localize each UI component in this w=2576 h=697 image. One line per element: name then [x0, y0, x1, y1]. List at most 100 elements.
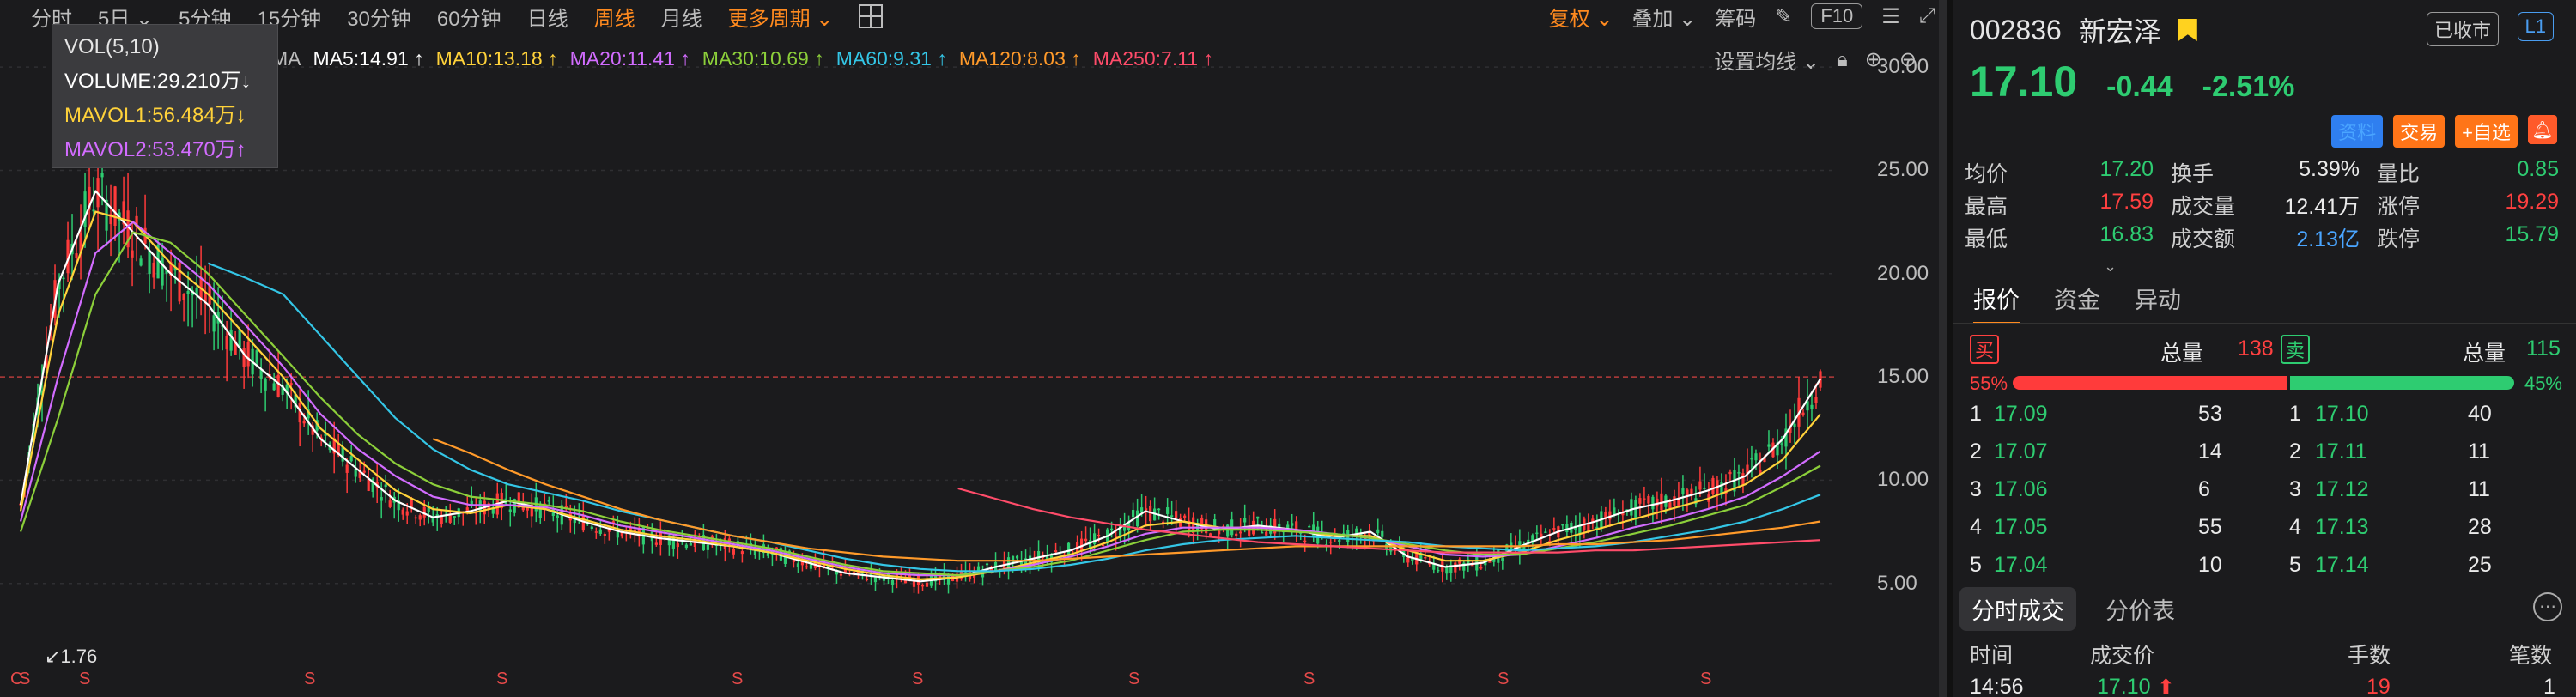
candle-body: [1170, 515, 1174, 518]
candle-body: [1235, 533, 1238, 536]
candle-body: [1552, 527, 1556, 530]
ask-volume: 28: [2468, 515, 2492, 539]
candle-body: [1767, 444, 1771, 447]
candle-body: [547, 500, 550, 502]
candle-body: [1698, 481, 1702, 490]
tab-0[interactable]: 报价: [1973, 282, 2020, 324]
stat-cell: 涨停 19.29: [2377, 190, 2566, 221]
period-tab-4[interactable]: 30分钟: [347, 2, 411, 32]
ask-volume: 25: [2468, 553, 2492, 577]
add-watchlist-button[interactable]: +自选: [2455, 115, 2518, 148]
stat-cell: 最高 17.59: [1965, 190, 2171, 221]
ma-line-ma10: [19, 210, 1821, 580]
fuquan-button[interactable]: 复权 ⌄: [1549, 2, 1613, 32]
tab-1[interactable]: 资金: [2054, 282, 2100, 324]
bid-level: 4: [1970, 515, 1982, 539]
bid-volume: 14: [2198, 439, 2222, 464]
candle-body: [362, 470, 366, 473]
candle-body: [100, 173, 104, 178]
candle-body: [925, 582, 929, 587]
candle-body: [684, 544, 688, 549]
stats-grid: 均价 17.20 换手 5.39% 量比 0.85 最高 17.59 成交量 12.41万 涨停 19…: [1965, 156, 2566, 254]
candle-body: [590, 526, 593, 530]
candle-body: [1741, 473, 1745, 485]
stat-value: 12.41万: [2284, 195, 2360, 219]
candle-body: [264, 379, 267, 391]
period-tab-7[interactable]: 周线: [594, 2, 635, 32]
period-tab-6[interactable]: 日线: [527, 2, 568, 32]
stat-cell: 成交量 12.41万: [2171, 190, 2377, 221]
stat-label: 换手: [2171, 162, 2215, 186]
candle-body: [603, 534, 606, 536]
candle-body: [654, 542, 658, 545]
ask-volume: 40: [2468, 402, 2492, 426]
layout-grid-icon[interactable]: [859, 4, 884, 28]
ask-price: 17.14: [2315, 553, 2369, 577]
candle-body: [865, 579, 869, 581]
stat-label: 涨停: [2377, 195, 2421, 219]
candle-body: [598, 529, 602, 534]
candle-body: [1329, 541, 1333, 543]
alert-bell-icon[interactable]: 🔔︎: [2528, 115, 2557, 144]
candle-body: [246, 342, 250, 367]
bookmark-icon[interactable]: [2178, 19, 2197, 41]
candle-body: [1261, 531, 1264, 534]
bid-volume: 55: [2198, 515, 2222, 539]
chart-scrollbar[interactable]: [1939, 0, 1947, 697]
period-tab-5[interactable]: 60分钟: [437, 2, 501, 32]
stats-row: 最高 17.59 成交量 12.41万 涨停 19.29: [1965, 189, 2566, 221]
ask-level: 5: [2289, 553, 2301, 577]
signal-marker: S: [79, 670, 91, 688]
kline-chart-area[interactable]: 分时 5日 ⌄ 5分钟 15分钟 30分钟 60分钟 日线 周线 月线 更多周期 ⌄ 复权 ⌄ 叠…: [0, 0, 1942, 697]
trade-button[interactable]: 交易: [2393, 115, 2445, 148]
buy-total-label: 总量: [2160, 342, 2204, 366]
tab-2[interactable]: 异动: [2135, 282, 2181, 324]
candle-body: [272, 383, 276, 391]
y-tick-label: 20.00: [1877, 261, 1929, 285]
stat-label: 最低: [1965, 227, 2008, 252]
stat-cell: 量比 0.85: [2377, 157, 2566, 188]
more-periods-button[interactable]: 更多周期 ⌄: [728, 2, 834, 32]
candle-body: [1136, 510, 1139, 527]
overlay-button[interactable]: 叠加 ⌄: [1631, 2, 1696, 32]
draw-pen-icon[interactable]: ✎: [1775, 4, 1792, 29]
order-book: 1 17.09 53 1 17.10 40 2 17.07 14 2 17.11 11 3 17.06 6 3…: [1970, 395, 2562, 584]
candle-body: [1054, 550, 1058, 553]
profile-button[interactable]: 资料: [2331, 115, 2384, 148]
quote-panel: 002836 新宏泽 已收市 L1 17.10 -0.44 -2.51% 资料 …: [1953, 0, 2576, 697]
more-options-icon[interactable]: ⋯: [2533, 592, 2562, 621]
candle-body: [349, 456, 353, 462]
period-tab-8[interactable]: 月线: [661, 2, 702, 32]
candle-body: [1376, 529, 1380, 534]
bid-volume: 10: [2198, 553, 2222, 577]
ma-line-ma120: [432, 438, 1821, 562]
expand-chevron-icon[interactable]: ⌄: [2104, 258, 2117, 276]
candle-body: [1647, 495, 1650, 504]
stat-value: 15.79: [2505, 222, 2559, 246]
low-arrow-icon: ↙: [45, 645, 61, 667]
candle-body: [229, 329, 233, 351]
volume-tooltip: VOL(5,10) VOLUME:29.210万↓ MAVOL1:56.484万…: [52, 24, 278, 168]
candle-body: [1527, 539, 1530, 542]
tape-count: 1: [2543, 675, 2555, 697]
tab-time-sales[interactable]: 分时成交: [1959, 587, 2076, 631]
candle-body: [388, 500, 392, 507]
candle-body: [1728, 471, 1732, 475]
sell-tag: 卖: [2281, 335, 2310, 364]
chips-button[interactable]: 筹码: [1715, 2, 1756, 32]
candle-body: [367, 478, 370, 491]
candle-body: [706, 544, 709, 550]
tab-price-table[interactable]: 分价表: [2093, 587, 2187, 631]
overlay-label: 叠加: [1631, 7, 1674, 31]
action-buttons: 资料 交易 +自选 🔔︎: [2331, 115, 2557, 148]
price-change-pct: -2.51%: [2202, 70, 2295, 103]
signal-marker: S: [1128, 670, 1140, 688]
orderbook-row: 2 17.07 14 2 17.11 11: [1970, 433, 2562, 470]
candle-body: [62, 277, 65, 280]
tape-volume: 19: [2366, 675, 2391, 697]
candle-body: [1750, 458, 1753, 460]
signal-marker: S: [1700, 670, 1712, 688]
level-badge[interactable]: L1: [2517, 12, 2554, 41]
buy-tag: 买: [1970, 335, 1999, 364]
tape-price: 17.10: [2097, 675, 2151, 697]
